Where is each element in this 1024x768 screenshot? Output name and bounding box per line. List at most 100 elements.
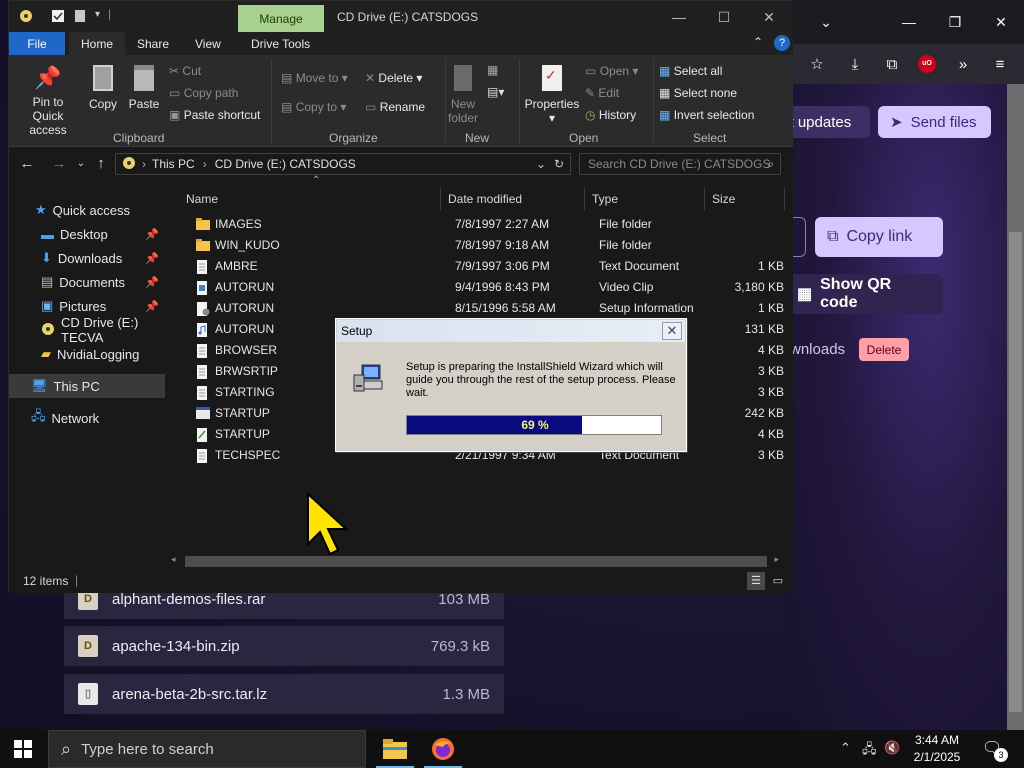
notifications-icon[interactable]: 🗨 3 (982, 738, 1008, 762)
copy-link-button[interactable]: ⧉ Copy link (815, 217, 943, 257)
nav-quick-access[interactable]: ★ Quick access (9, 198, 165, 222)
nav-documents[interactable]: ▤ Documents 📌 (9, 270, 165, 294)
browser-close-button[interactable]: ✕ (989, 12, 1013, 32)
copy-button[interactable]: Copy (87, 65, 119, 111)
large-icons-view-icon[interactable]: ▭ (769, 572, 787, 590)
browser-minimize-button[interactable]: — (897, 12, 921, 32)
details-view-icon[interactable]: ☰ (747, 572, 765, 590)
properties-button[interactable]: ✓ Properties ▾ (523, 65, 581, 125)
windows-start-icon[interactable] (14, 740, 32, 761)
recent-locations-icon[interactable]: ⌄ (71, 158, 91, 169)
pin-to-quick-access-button[interactable]: 📌 Pin to Quick access (17, 65, 79, 137)
new-folder-qa-icon[interactable] (73, 9, 87, 23)
extensions-icon[interactable]: ⧉ (881, 54, 903, 76)
tab-file[interactable]: File (9, 32, 65, 55)
download-file-row[interactable]: D apache-134-bin.zip 769.3 kB (64, 626, 504, 666)
browser-restore-button[interactable]: ❐ (943, 12, 967, 32)
column-header-type[interactable]: Type (585, 187, 705, 211)
close-button[interactable]: ✕ (757, 7, 781, 27)
minimize-button[interactable]: — (667, 7, 691, 27)
doc-file-icon (196, 260, 208, 277)
new-item-icon[interactable]: ▦ (487, 63, 498, 77)
separator (519, 59, 520, 143)
browser-scrollbar-thumb[interactable] (1009, 232, 1022, 712)
ublock-icon[interactable]: uO (918, 55, 936, 73)
move-to-button[interactable]: ▤ Move to ▾ (281, 71, 348, 85)
nav-network[interactable]: 🖧 Network (9, 406, 165, 430)
history-button[interactable]: ◷ History (585, 108, 636, 122)
horizontal-scrollbar-thumb[interactable] (185, 556, 767, 567)
taskbar-file-explorer[interactable] (372, 730, 418, 768)
show-hidden-icons-icon[interactable]: ⌃ (840, 740, 851, 756)
refresh-icon[interactable]: ↻ (554, 157, 564, 171)
bookmark-star-icon[interactable]: ☆ (806, 54, 828, 76)
tab-share[interactable]: Share (129, 32, 177, 55)
show-qr-button[interactable]: ▦ Show QR code (785, 274, 943, 314)
edit-button[interactable]: ✎ Edit (585, 86, 619, 100)
address-dropdown-icon[interactable]: ⌄ (536, 157, 546, 171)
delete-button[interactable]: Delete (859, 338, 909, 361)
tab-list-icon[interactable]: ⌄ (814, 12, 838, 32)
breadcrumb-cd-drive[interactable]: CD Drive (E:) CATSDOGS (215, 157, 356, 171)
address-bar[interactable]: › This PC › CD Drive (E:) CATSDOGS ⌄ ↻ (115, 153, 571, 175)
maximize-button[interactable]: ☐ (712, 7, 736, 27)
manage-contextual-tab[interactable]: Manage (238, 5, 324, 32)
volume-muted-icon[interactable]: 🔇 (884, 740, 900, 756)
download-file-row[interactable]: ▯ arena-beta-2b-src.tar.lz 1.3 MB (64, 674, 504, 714)
send-files-button[interactable]: ➤ Send files (878, 106, 991, 138)
search-input[interactable]: Search CD Drive (E:) CATSDOGS ⌕ (579, 153, 781, 175)
scroll-right-icon[interactable]: ▸ (774, 554, 779, 565)
up-arrow-icon[interactable]: ↑ (91, 155, 111, 172)
tab-drive-tools[interactable]: Drive Tools (243, 32, 318, 55)
file-explorer-icon (383, 739, 407, 759)
nav-cd-drive[interactable]: CD Drive (E:) TECVA (9, 315, 165, 345)
qa-dropdown-icon[interactable]: ▾ (95, 9, 100, 20)
tab-view[interactable]: View (187, 32, 229, 55)
rename-button[interactable]: ▭ Rename (365, 100, 425, 114)
column-header-size[interactable]: Size (705, 187, 785, 211)
taskbar-firefox[interactable] (420, 730, 466, 768)
new-folder-button[interactable]: New folder (445, 65, 481, 125)
file-row[interactable]: AUTORUN 8/15/1996 5:58 AM Setup Informatio… (184, 298, 784, 319)
forward-arrow-icon[interactable]: → (49, 155, 69, 172)
horizontal-scrollbar[interactable]: ◂ ▸ (167, 554, 783, 568)
hamburger-menu-icon[interactable]: ≡ (989, 54, 1011, 76)
help-icon[interactable]: ? (774, 35, 790, 51)
delete-button[interactable]: ✕ Delete ▾ (365, 71, 422, 85)
downloads-arrow-icon[interactable]: ⤓ (844, 54, 866, 76)
open-button[interactable]: ▭ Open ▾ (585, 64, 638, 78)
nav-nvidialogging[interactable]: ▰ NvidiaLogging (9, 342, 165, 366)
copy-path-button[interactable]: ▭ Copy path (169, 86, 238, 100)
file-row[interactable]: AMBRE 7/9/1997 3:06 PM Text Document 1 KB (184, 256, 784, 277)
scroll-left-icon[interactable]: ◂ (171, 554, 176, 565)
taskbar-search-input[interactable]: ⌕ Type here to search (48, 730, 366, 768)
nav-downloads[interactable]: ⬇ Downloads 📌 (9, 246, 165, 270)
file-row[interactable]: IMAGES 7/8/1997 2:27 AM File folder (184, 214, 784, 235)
cut-button[interactable]: ✂ Cut (169, 64, 201, 78)
properties-check-icon[interactable] (51, 9, 65, 23)
network-tray-icon[interactable]: 🖧 (862, 740, 877, 762)
nav-this-pc[interactable]: 🖥 This PC (9, 374, 165, 398)
overflow-chevrons-icon[interactable]: » (952, 54, 974, 76)
ribbon-collapse-icon[interactable]: ⌃ (753, 35, 763, 49)
file-size: 1 KB (757, 259, 784, 273)
tab-home[interactable]: Home (69, 32, 125, 55)
nav-desktop[interactable]: ▬ Desktop 📌 (9, 222, 165, 246)
select-all-button[interactable]: ▦ Select all (659, 64, 722, 78)
column-header-name[interactable]: Name (179, 187, 441, 211)
back-arrow-icon[interactable]: ← (17, 155, 37, 172)
taskbar-clock[interactable]: 3:44 AM 2/1/2025 (906, 732, 968, 766)
paste-shortcut-button[interactable]: ▣ Paste shortcut (169, 108, 260, 122)
easy-access-icon[interactable]: ▤▾ (487, 85, 504, 99)
download-file-size: 1.3 MB (442, 685, 490, 703)
select-all-label: Select all (673, 64, 723, 78)
select-none-button[interactable]: ▦ Select none (659, 86, 737, 100)
column-header-date[interactable]: Date modified (441, 187, 585, 211)
dialog-close-button[interactable]: ✕ (662, 322, 682, 340)
file-row[interactable]: AUTORUN 9/4/1996 8:43 PM Video Clip 3,180 K… (184, 277, 784, 298)
copy-to-button[interactable]: ▤ Copy to ▾ (281, 100, 346, 114)
breadcrumb-this-pc[interactable]: This PC (152, 157, 195, 171)
file-row[interactable]: WIN_KUDO 7/8/1997 9:18 AM File folder (184, 235, 784, 256)
paste-button[interactable]: Paste (127, 65, 161, 111)
invert-selection-button[interactable]: ▦ Invert selection (659, 108, 754, 122)
